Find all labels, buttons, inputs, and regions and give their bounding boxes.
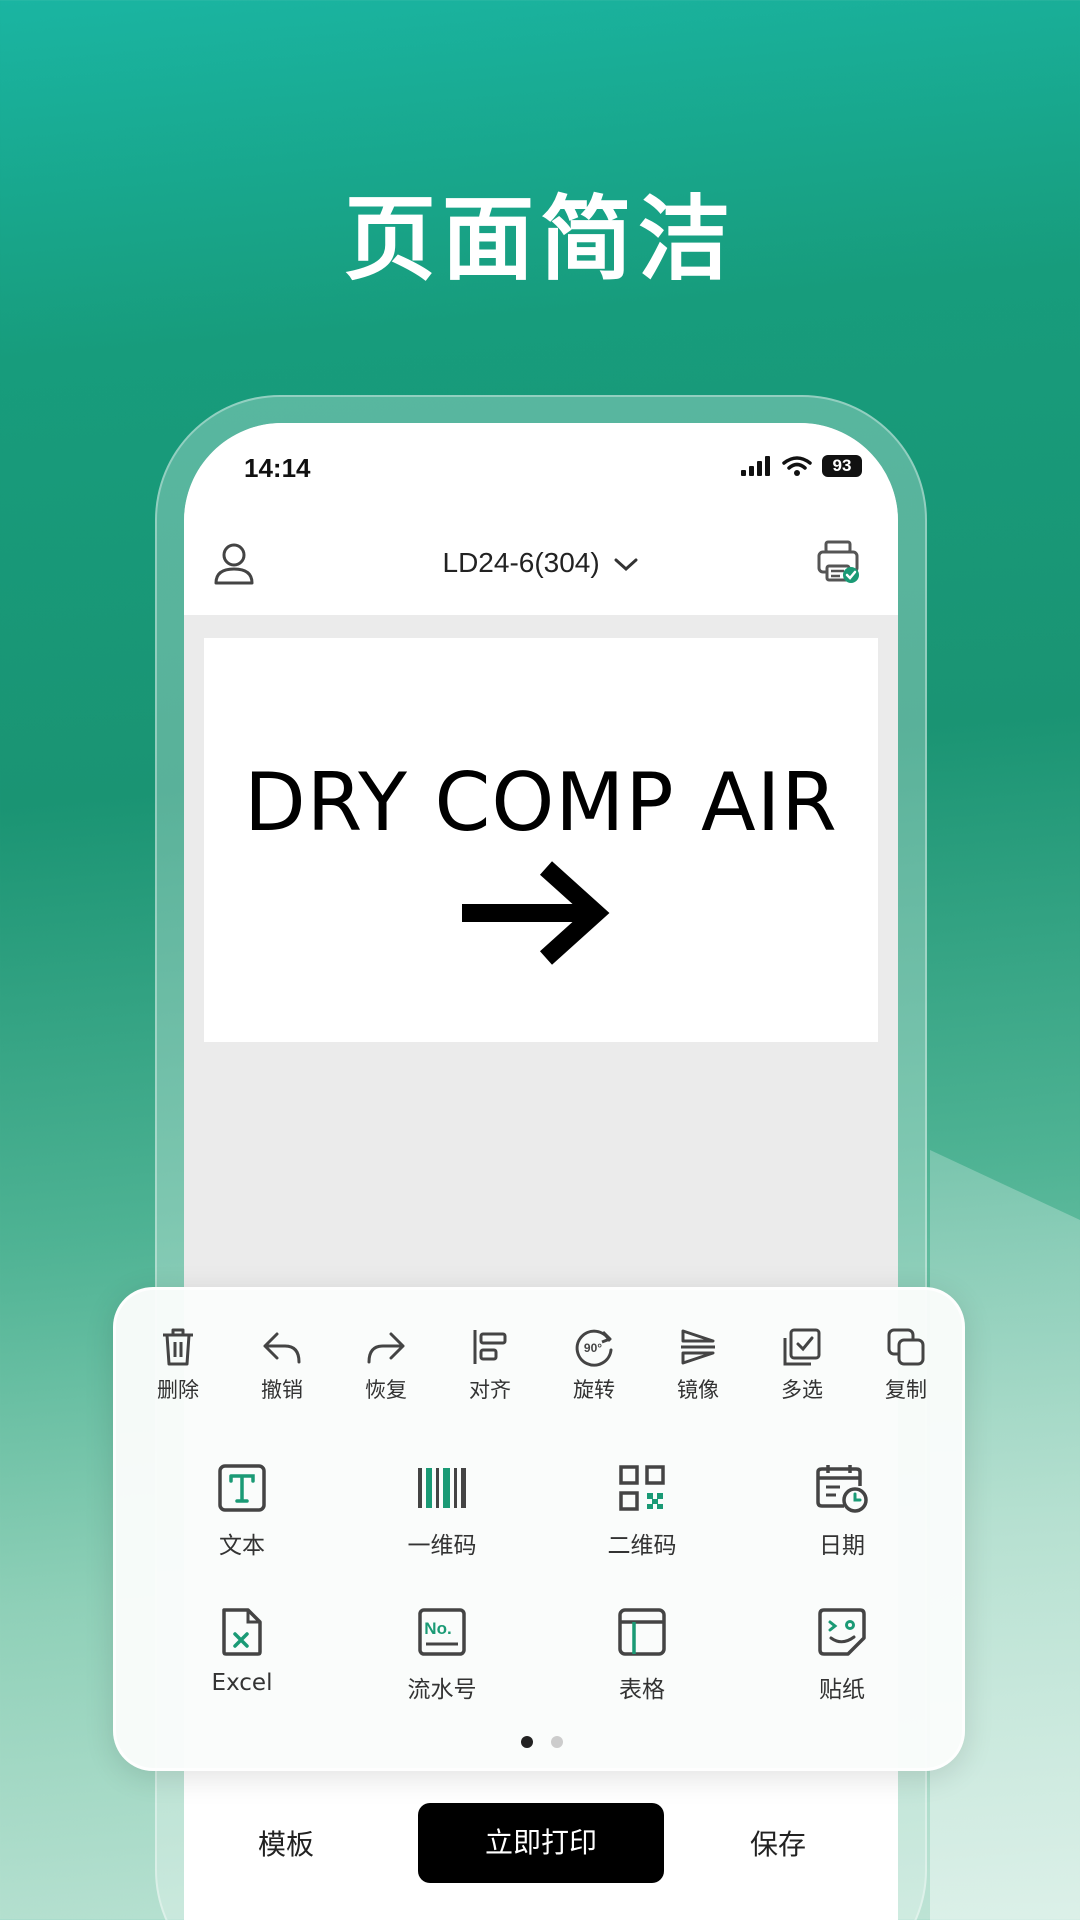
status-bar: 14:14 93 bbox=[184, 423, 898, 523]
serial-number-icon: No. bbox=[418, 1608, 466, 1656]
element-label: 贴纸 bbox=[819, 1677, 865, 1703]
element-excel[interactable]: Excel bbox=[152, 1606, 332, 1704]
barcode-icon bbox=[418, 1468, 466, 1508]
status-time: 14:14 bbox=[244, 453, 311, 483]
label-text-element[interactable]: DRY COMP AIR bbox=[204, 756, 878, 849]
tool-label: 撤销 bbox=[261, 1378, 303, 1402]
svg-text:90°: 90° bbox=[584, 1341, 602, 1355]
battery-indicator: 93 bbox=[822, 455, 862, 477]
tool-rotate[interactable]: 90° 旋转 bbox=[542, 1326, 646, 1404]
tool-label: 旋转 bbox=[573, 1378, 615, 1402]
trash-icon bbox=[163, 1328, 193, 1366]
tool-redo[interactable]: 恢复 bbox=[334, 1326, 438, 1404]
edit-tools-row: 删除 撤销 恢复 对齐 90° 旋转 镜像 多选 复制 bbox=[126, 1326, 958, 1404]
page-dot[interactable] bbox=[551, 1736, 563, 1748]
tool-label: 恢复 bbox=[365, 1378, 407, 1402]
mirror-icon bbox=[681, 1329, 715, 1365]
template-button[interactable]: 模板 bbox=[258, 1823, 314, 1863]
rotate-90-icon: 90° bbox=[575, 1329, 613, 1367]
tool-multi-select[interactable]: 多选 bbox=[750, 1326, 854, 1404]
text-icon bbox=[218, 1464, 266, 1512]
printer-connected-icon[interactable] bbox=[816, 539, 862, 585]
tool-label: 镜像 bbox=[677, 1378, 719, 1402]
sticker-icon bbox=[818, 1608, 866, 1656]
element-label: Excel bbox=[211, 1670, 273, 1696]
tool-label: 多选 bbox=[781, 1378, 823, 1402]
elements-row: Excel No. 流水号 表格 贴纸 bbox=[152, 1606, 932, 1704]
save-button[interactable]: 保存 bbox=[750, 1823, 806, 1863]
tool-mirror[interactable]: 镜像 bbox=[646, 1326, 750, 1404]
page-indicator bbox=[116, 1736, 968, 1748]
cellular-signal-icon bbox=[741, 456, 770, 476]
label-canvas[interactable]: DRY COMP AIR bbox=[204, 638, 878, 1042]
element-label: 日期 bbox=[819, 1533, 865, 1559]
tool-label: 删除 bbox=[157, 1378, 199, 1402]
print-now-button[interactable]: 立即打印 bbox=[418, 1803, 664, 1883]
headline: 页面简洁 bbox=[343, 186, 736, 293]
chevron-down-icon bbox=[614, 558, 638, 571]
tool-undo[interactable]: 撤销 bbox=[230, 1326, 334, 1404]
nav-bar: LD24-6(304) bbox=[184, 523, 898, 615]
tool-label: 复制 bbox=[885, 1378, 927, 1402]
multi-select-icon bbox=[783, 1328, 821, 1366]
insert-elements-grid: 文本 一维码 二维码 日期 Excel No. 流水号 表格 贴纸 bbox=[152, 1462, 932, 1750]
copy-icon bbox=[887, 1328, 925, 1366]
element-date[interactable]: 日期 bbox=[752, 1462, 932, 1560]
element-barcode[interactable]: 一维码 bbox=[352, 1462, 532, 1560]
device-name: LD24-6(304) bbox=[442, 547, 600, 578]
svg-text:No.: No. bbox=[424, 1619, 451, 1638]
redo-icon bbox=[367, 1332, 405, 1364]
tool-delete[interactable]: 删除 bbox=[126, 1326, 230, 1404]
undo-icon bbox=[263, 1332, 301, 1364]
element-qrcode[interactable]: 二维码 bbox=[552, 1462, 732, 1560]
align-icon bbox=[473, 1330, 507, 1364]
tool-align[interactable]: 对齐 bbox=[438, 1326, 542, 1404]
element-sticker[interactable]: 贴纸 bbox=[752, 1606, 932, 1704]
element-table[interactable]: 表格 bbox=[552, 1606, 732, 1704]
table-icon bbox=[618, 1608, 666, 1656]
device-selector[interactable]: LD24-6(304) bbox=[184, 547, 898, 579]
qrcode-icon bbox=[619, 1465, 665, 1511]
wifi-icon bbox=[782, 456, 812, 476]
element-label: 二维码 bbox=[607, 1533, 677, 1559]
tool-label: 对齐 bbox=[469, 1378, 511, 1402]
element-serial-number[interactable]: No. 流水号 bbox=[352, 1606, 532, 1704]
elements-row: 文本 一维码 二维码 日期 bbox=[152, 1462, 932, 1560]
status-icons: 93 bbox=[740, 455, 862, 477]
edit-toolbar-panel: 删除 撤销 恢复 对齐 90° 旋转 镜像 多选 复制 文本 一维码 二维码 日… bbox=[113, 1287, 965, 1771]
element-label: 流水号 bbox=[407, 1677, 477, 1703]
tool-copy[interactable]: 复制 bbox=[854, 1326, 958, 1404]
element-text[interactable]: 文本 bbox=[152, 1462, 332, 1560]
page-dot-active[interactable] bbox=[521, 1736, 533, 1748]
element-label: 表格 bbox=[619, 1677, 665, 1703]
date-icon bbox=[816, 1465, 868, 1513]
right-arrow-icon[interactable] bbox=[454, 858, 614, 968]
element-label: 一维码 bbox=[407, 1533, 477, 1559]
excel-icon bbox=[222, 1608, 262, 1656]
element-label: 文本 bbox=[219, 1533, 265, 1559]
